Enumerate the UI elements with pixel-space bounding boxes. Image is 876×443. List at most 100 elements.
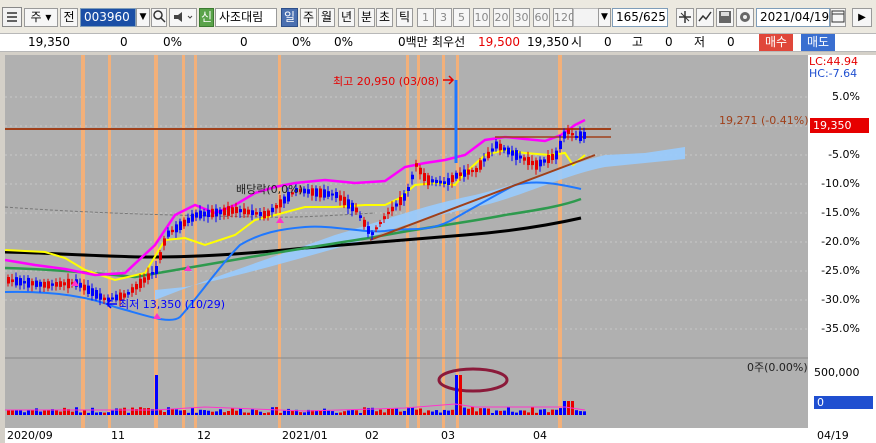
open-value: 0 <box>604 35 612 49</box>
volume-bar <box>175 409 178 415</box>
candle-body <box>163 238 166 246</box>
period-button[interactable]: 주 <box>300 8 317 27</box>
volume-bar <box>387 408 390 415</box>
period-button[interactable]: 월 <box>318 8 335 27</box>
volume-bar <box>59 411 62 415</box>
volume-bar <box>463 407 466 415</box>
candle-body <box>439 180 442 184</box>
candle-body <box>127 292 130 295</box>
settings-icon[interactable] <box>736 8 754 27</box>
volume-bar <box>455 375 458 415</box>
amount-value: 0백만 <box>398 35 428 49</box>
candle-body <box>211 208 214 218</box>
date-field[interactable]: 2021/04/19 <box>756 8 830 27</box>
candle-body <box>555 150 558 160</box>
candle-body <box>355 207 358 213</box>
candle-body <box>111 297 114 300</box>
candle-body <box>11 279 14 283</box>
volume-bar <box>555 409 558 415</box>
candle-body <box>147 273 150 280</box>
candle-body <box>91 288 94 296</box>
volume-bar <box>539 409 542 415</box>
volume-bar <box>275 407 278 415</box>
candle-body <box>519 155 522 159</box>
volume-bar <box>439 412 442 415</box>
volume-bar <box>243 412 246 415</box>
period-button[interactable]: 년 <box>338 8 355 27</box>
count-button[interactable]: 60 <box>533 8 550 27</box>
candle-body <box>263 211 266 219</box>
volume-bar <box>443 409 446 415</box>
search-icon[interactable] <box>151 8 167 27</box>
count-dropdown-button[interactable]: ▼ <box>598 8 611 27</box>
crosshair-icon[interactable] <box>676 8 694 27</box>
volume-bar <box>375 411 378 415</box>
next-arrow-icon[interactable]: ▶ <box>852 8 872 27</box>
candle-body <box>543 159 546 163</box>
candle-body <box>427 175 430 186</box>
count-button[interactable]: 5 <box>453 8 470 27</box>
candle-body <box>83 284 86 291</box>
volume-scale-label: 500,000 <box>814 366 860 379</box>
candle-body <box>7 277 10 284</box>
candle-body <box>523 157 526 161</box>
candle-body <box>443 181 446 185</box>
candle-body <box>87 285 90 294</box>
volume-bar <box>199 409 202 415</box>
priority-label: 최우선 <box>432 35 466 49</box>
volume-bar <box>87 412 90 415</box>
candle-body <box>159 252 162 260</box>
count-button[interactable]: 120 <box>553 8 575 27</box>
candle-body <box>151 272 154 275</box>
crosshair-icon-glyph <box>679 11 691 23</box>
count-button[interactable]: 3 <box>435 8 452 27</box>
chart-type-icon-glyph <box>698 11 712 22</box>
volume-bar <box>535 412 538 415</box>
chart-area[interactable]: 최고 20,950 (03/08) 최저 13,350 (10/29) 배당락(… <box>4 55 808 428</box>
period-button[interactable]: 틱 <box>396 8 413 27</box>
high-value: 0 <box>665 35 673 49</box>
save-icon[interactable] <box>716 8 734 27</box>
price-chart-svg[interactable]: 최고 20,950 (03/08) 최저 13,350 (10/29) 배당락(… <box>4 55 808 428</box>
candle-body <box>379 221 382 225</box>
period-button[interactable]: 일 <box>281 8 298 27</box>
volume-bar <box>259 411 262 415</box>
volume-bar <box>343 411 346 415</box>
volume-bar <box>579 411 582 415</box>
chart-type-icon[interactable] <box>696 8 714 27</box>
period-button[interactable]: 초 <box>376 8 393 27</box>
period-button[interactable]: 분 <box>358 8 375 27</box>
menu-icon[interactable] <box>2 7 22 27</box>
sell-button[interactable]: 매도 <box>801 34 835 51</box>
new-badge: 신 <box>199 8 214 27</box>
volume-bar <box>399 411 402 415</box>
volume-bar <box>231 408 234 415</box>
volume-bar <box>255 410 258 415</box>
stock-code-input[interactable]: 003960 <box>80 8 136 27</box>
stock-dropdown-button[interactable]: ▼ <box>136 8 150 27</box>
candle-body <box>339 195 342 201</box>
count-button[interactable]: 30 <box>513 8 530 27</box>
volume-bar <box>515 412 518 415</box>
all-button[interactable]: 전 <box>60 8 78 27</box>
calendar-icon[interactable] <box>830 8 846 27</box>
buy-button[interactable]: 매수 <box>759 34 793 51</box>
volume-bar <box>223 412 226 415</box>
count-button[interactable]: 10 <box>473 8 490 27</box>
speaker-icon[interactable] <box>169 8 197 27</box>
candle-body <box>467 169 470 175</box>
candle-body <box>243 208 246 215</box>
volume-bar <box>551 409 554 415</box>
volume-label: 0주(0.00%) <box>747 361 808 374</box>
volume-bar <box>527 412 530 415</box>
count-button[interactable]: 1 <box>417 8 434 27</box>
candle-body <box>575 135 578 139</box>
candle-body <box>191 213 194 222</box>
volume-bar <box>423 412 426 415</box>
count-button[interactable]: 20 <box>493 8 510 27</box>
market-type-select[interactable]: 주 ▾ <box>24 8 58 27</box>
candle-body <box>183 219 186 227</box>
x-axis-right-label: 04/19 <box>817 429 849 442</box>
volume-bar <box>139 407 142 415</box>
volume-bar <box>11 410 14 415</box>
